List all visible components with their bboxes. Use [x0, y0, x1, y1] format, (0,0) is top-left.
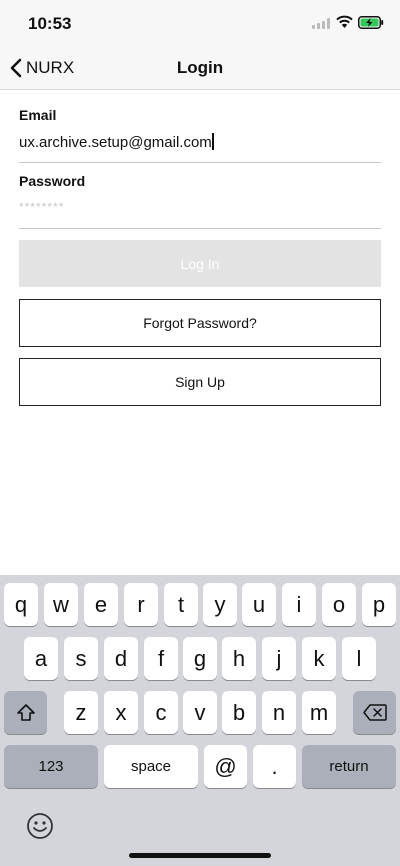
key-h[interactable]: h: [222, 637, 256, 680]
key-e[interactable]: e: [84, 583, 118, 626]
key-q[interactable]: q: [4, 583, 38, 626]
forgot-password-button[interactable]: Forgot Password?: [19, 299, 381, 347]
key-k[interactable]: k: [302, 637, 336, 680]
status-bar: 10:53: [0, 0, 400, 48]
key-w[interactable]: w: [44, 583, 78, 626]
return-key[interactable]: return: [302, 745, 396, 788]
key-o[interactable]: o: [322, 583, 356, 626]
key-u[interactable]: u: [242, 583, 276, 626]
key-z[interactable]: z: [64, 691, 98, 734]
key-s[interactable]: s: [64, 637, 98, 680]
email-field-underline: [19, 162, 381, 163]
backspace-icon: [362, 704, 387, 721]
key-c[interactable]: c: [144, 691, 178, 734]
key-r[interactable]: r: [124, 583, 158, 626]
password-field[interactable]: ********: [19, 200, 64, 214]
sign-up-button[interactable]: Sign Up: [19, 358, 381, 406]
key-a[interactable]: a: [24, 637, 58, 680]
key-n[interactable]: n: [262, 691, 296, 734]
password-field-underline: [19, 228, 381, 229]
battery-charging-icon: [358, 16, 384, 29]
key-m[interactable]: m: [302, 691, 336, 734]
key-g[interactable]: g: [183, 637, 217, 680]
key-p[interactable]: p: [362, 583, 396, 626]
space-key[interactable]: space: [104, 745, 198, 788]
status-time: 10:53: [28, 14, 72, 33]
home-indicator: [129, 853, 271, 858]
navigation-bar: NURX Login: [0, 48, 400, 90]
login-button[interactable]: Log In: [19, 240, 381, 287]
key-t[interactable]: t: [164, 583, 198, 626]
key-f[interactable]: f: [144, 637, 178, 680]
at-key[interactable]: @: [204, 745, 247, 788]
shift-icon: [16, 703, 35, 721]
shift-key[interactable]: [4, 691, 47, 734]
cellular-signal-icon: [312, 18, 330, 29]
key-x[interactable]: x: [104, 691, 138, 734]
text-cursor: [211, 133, 214, 150]
wifi-icon: [336, 15, 353, 28]
key-y[interactable]: y: [203, 583, 237, 626]
email-label: Email: [19, 107, 57, 123]
password-label: Password: [19, 173, 86, 189]
key-l[interactable]: l: [342, 637, 376, 680]
page-title: Login: [176, 58, 224, 77]
key-d[interactable]: d: [104, 637, 138, 680]
keyboard: q w e r t y u i o p a s d f g h j k l z …: [0, 575, 400, 866]
numbers-key[interactable]: 123: [4, 745, 98, 788]
period-key[interactable]: .: [253, 745, 296, 788]
key-v[interactable]: v: [183, 691, 217, 734]
delete-key[interactable]: [353, 691, 396, 734]
key-j[interactable]: j: [262, 637, 296, 680]
email-value: ux.archive.setup@gmail.com: [19, 134, 212, 151]
email-field[interactable]: ux.archive.setup@gmail.com: [19, 133, 214, 151]
key-i[interactable]: i: [282, 583, 316, 626]
key-b[interactable]: b: [222, 691, 256, 734]
emoji-icon[interactable]: [26, 812, 54, 840]
